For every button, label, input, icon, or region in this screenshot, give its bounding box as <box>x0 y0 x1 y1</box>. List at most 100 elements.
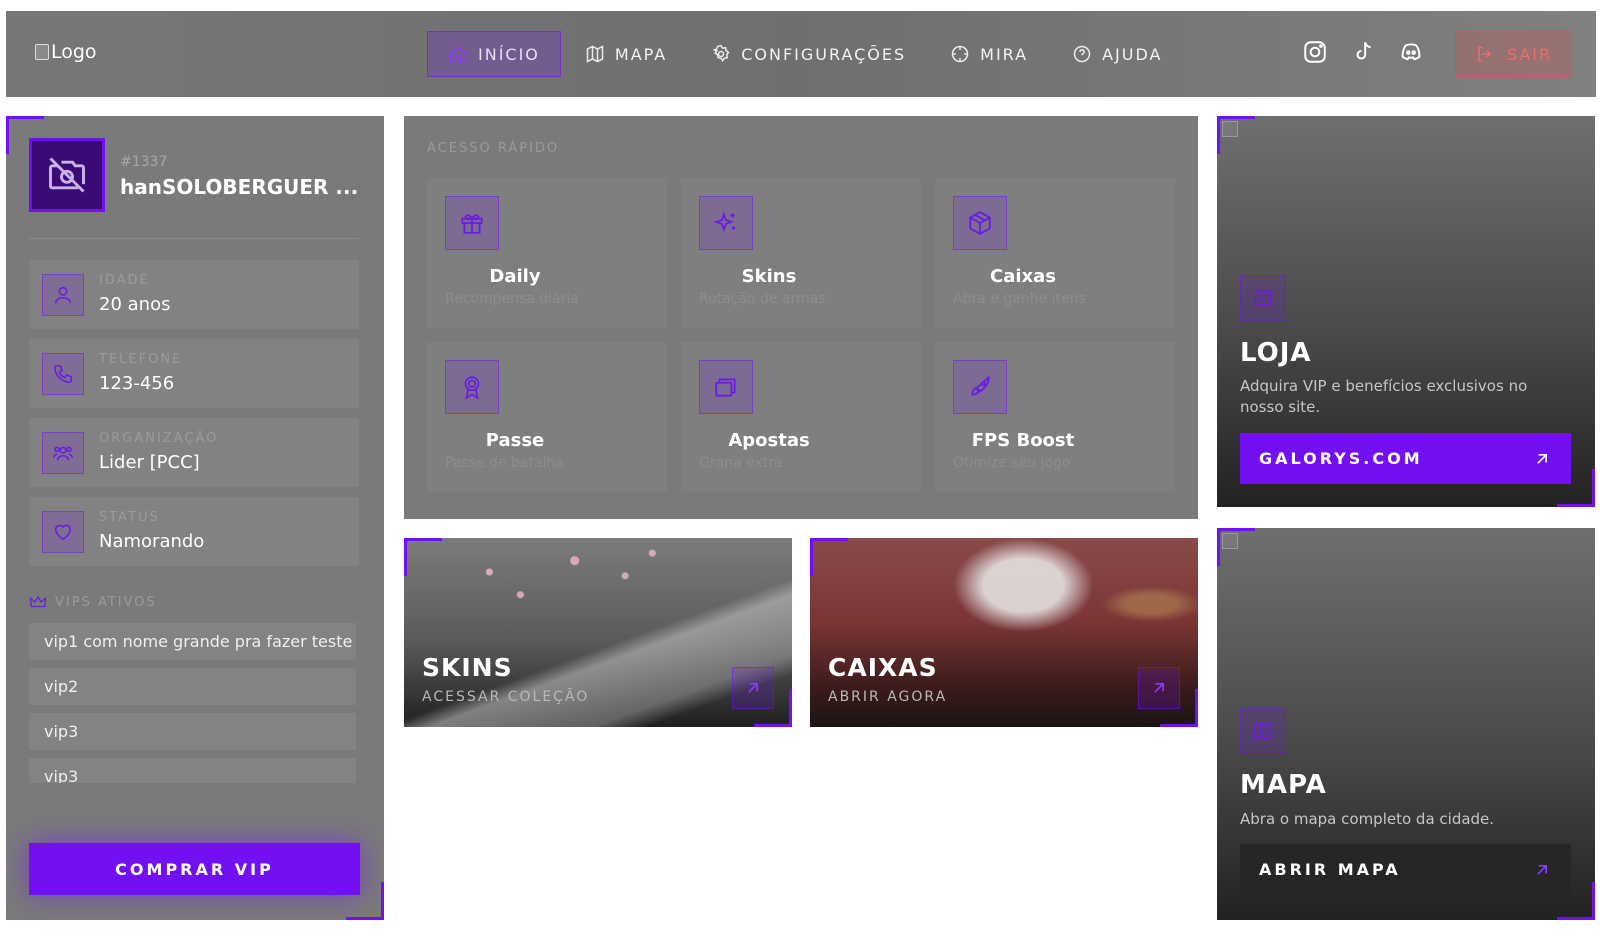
store-title: LOJA <box>1240 338 1312 368</box>
buy-vip-button[interactable]: COMPRAR VIP <box>29 843 360 895</box>
gear-icon <box>713 44 730 63</box>
quick-item-passe[interactable]: Passe Passe de batalha <box>427 342 667 492</box>
open-map-button[interactable]: ABRIR MAPA <box>1240 844 1571 895</box>
arrow-up-right-button[interactable] <box>1138 667 1180 709</box>
quick-item-subtitle: Abra e ganhe itens <box>953 291 1086 307</box>
banner-subtitle: ACESSAR COLEÇÃO <box>422 689 590 705</box>
icon-box <box>699 196 753 250</box>
nav-item-mira[interactable]: MIRA <box>930 31 1048 77</box>
logout-label: SAIR <box>1506 44 1553 64</box>
camera-off-icon <box>49 157 85 193</box>
user-icon <box>54 286 72 304</box>
info-value: Namorando <box>99 531 205 552</box>
nav-item-configuracoes[interactable]: CONFIGURAÇÕES <box>691 31 926 77</box>
logout-button[interactable]: SAIR <box>1455 31 1572 77</box>
map-description: Abra o mapa completo da cidade. <box>1240 810 1495 828</box>
quick-item-title: Skins <box>741 266 797 287</box>
info-organization: ORGANIZAÇÃO Lider [PCC] <box>29 418 359 487</box>
player-id: #1337 <box>120 154 168 170</box>
nav-label: MIRA <box>980 44 1029 64</box>
nav-item-ajuda[interactable]: AJUDA <box>1052 31 1182 77</box>
broken-image-icon <box>1222 533 1238 549</box>
player-name: hanSOLOBERGUER ... <box>120 175 359 199</box>
broken-image-icon <box>1222 121 1238 137</box>
quick-item-title: Passe <box>485 430 545 451</box>
quick-item-subtitle: Recompensa diária <box>445 291 579 307</box>
group-icon <box>53 446 73 461</box>
nav-item-mapa[interactable]: MAPA <box>565 31 687 77</box>
icon-box <box>42 274 84 316</box>
home-icon <box>449 46 467 63</box>
info-label: STATUS <box>99 510 160 525</box>
banner-title: SKINS <box>422 653 513 682</box>
quick-item-skins[interactable]: Skins Rotação de armas <box>681 178 921 328</box>
crown-icon <box>29 595 47 608</box>
banner-skins[interactable]: SKINS ACESSAR COLEÇÃO <box>404 538 792 727</box>
discord-icon[interactable] <box>1398 39 1424 65</box>
arrow-up-right-icon <box>748 683 758 693</box>
nav-label: CONFIGURAÇÕES <box>741 44 907 64</box>
logo-alt-text: Logo <box>51 41 97 63</box>
main-nav: INÍCIO MAPA CONFIGURAÇÕES MIRA AJUDA <box>427 31 1186 77</box>
quick-item-daily[interactable]: Daily Recompensa diária <box>427 178 667 328</box>
avatar <box>29 138 105 212</box>
info-status: STATUS Namorando <box>29 497 359 566</box>
divider <box>29 238 359 239</box>
store-link-button[interactable]: GALORYS.COM <box>1240 433 1571 484</box>
top-bar: Logo INÍCIO MAPA CONFIGURAÇÕES MIRA AJUD… <box>6 11 1596 97</box>
phone-icon <box>53 364 73 384</box>
quick-item-apostas[interactable]: Apostas Grana extra <box>681 342 921 492</box>
store-icon <box>1254 289 1272 307</box>
quick-item-caixas[interactable]: Caixas Abra e ganhe itens <box>935 178 1175 328</box>
info-value: Lider [PCC] <box>99 452 200 473</box>
vip-item: vip2 <box>29 668 356 705</box>
instagram-icon[interactable] <box>1302 39 1328 65</box>
arrow-up-right-button[interactable] <box>732 667 774 709</box>
quick-item-title: FPS Boost <box>971 430 1075 451</box>
gift-icon <box>461 214 483 234</box>
nav-label: AJUDA <box>1102 44 1163 64</box>
banner-caixas[interactable]: CAIXAS ABRIR AGORA <box>810 538 1198 727</box>
quick-access-title: ACESSO RÁPIDO <box>427 141 560 156</box>
quick-item-subtitle: Rotação de armas <box>699 291 826 307</box>
quick-item-title: Daily <box>489 266 541 287</box>
info-value: 123-456 <box>99 373 175 394</box>
store-cta-label: GALORYS.COM <box>1259 449 1423 468</box>
heart-icon <box>54 524 72 541</box>
broken-image-icon <box>35 44 49 60</box>
icon-box <box>953 196 1007 250</box>
map-icon <box>586 45 604 63</box>
sparkles-icon <box>713 211 736 233</box>
quick-item-fps-boost[interactable]: FPS Boost Otimize seu jogo <box>935 342 1175 492</box>
nav-label: INÍCIO <box>478 44 540 64</box>
award-icon <box>464 376 480 400</box>
nav-item-inicio[interactable]: INÍCIO <box>427 31 561 77</box>
icon-box <box>953 360 1007 414</box>
logout-icon <box>1478 46 1491 62</box>
logo[interactable]: Logo <box>35 41 97 63</box>
quick-item-subtitle: Grana extra <box>699 455 783 471</box>
store-card: LOJA Adquira VIP e benefícios exclusivos… <box>1217 116 1595 507</box>
store-description: Adquira VIP e benefícios exclusivos no n… <box>1240 377 1528 416</box>
profile-panel: #1337 hanSOLOBERGUER ... IDADE 20 anos T… <box>6 116 384 920</box>
quick-access-panel: ACESSO RÁPIDO Daily Recompensa diária Sk… <box>404 116 1198 519</box>
cards-icon <box>715 378 736 397</box>
vip-item: vip3 <box>29 758 356 783</box>
icon-box <box>42 511 84 553</box>
info-value: 20 anos <box>99 294 171 315</box>
vips-title-label: VIPS ATIVOS <box>55 594 157 610</box>
social-links <box>1302 39 1424 65</box>
tiktok-icon[interactable] <box>1350 39 1376 65</box>
crosshair-icon <box>951 45 969 63</box>
quick-item-title: Caixas <box>990 266 1056 287</box>
icon-box <box>699 360 753 414</box>
nav-label: MAPA <box>614 44 668 64</box>
info-age: IDADE 20 anos <box>29 260 359 329</box>
info-label: TELEFONE <box>99 352 183 367</box>
help-icon <box>1073 45 1091 63</box>
icon-box <box>42 432 84 474</box>
quick-item-title: Apostas <box>728 430 810 451</box>
info-phone: TELEFONE 123-456 <box>29 339 359 408</box>
quick-item-subtitle: Passe de batalha <box>445 455 564 471</box>
map-title: MAPA <box>1240 770 1327 800</box>
